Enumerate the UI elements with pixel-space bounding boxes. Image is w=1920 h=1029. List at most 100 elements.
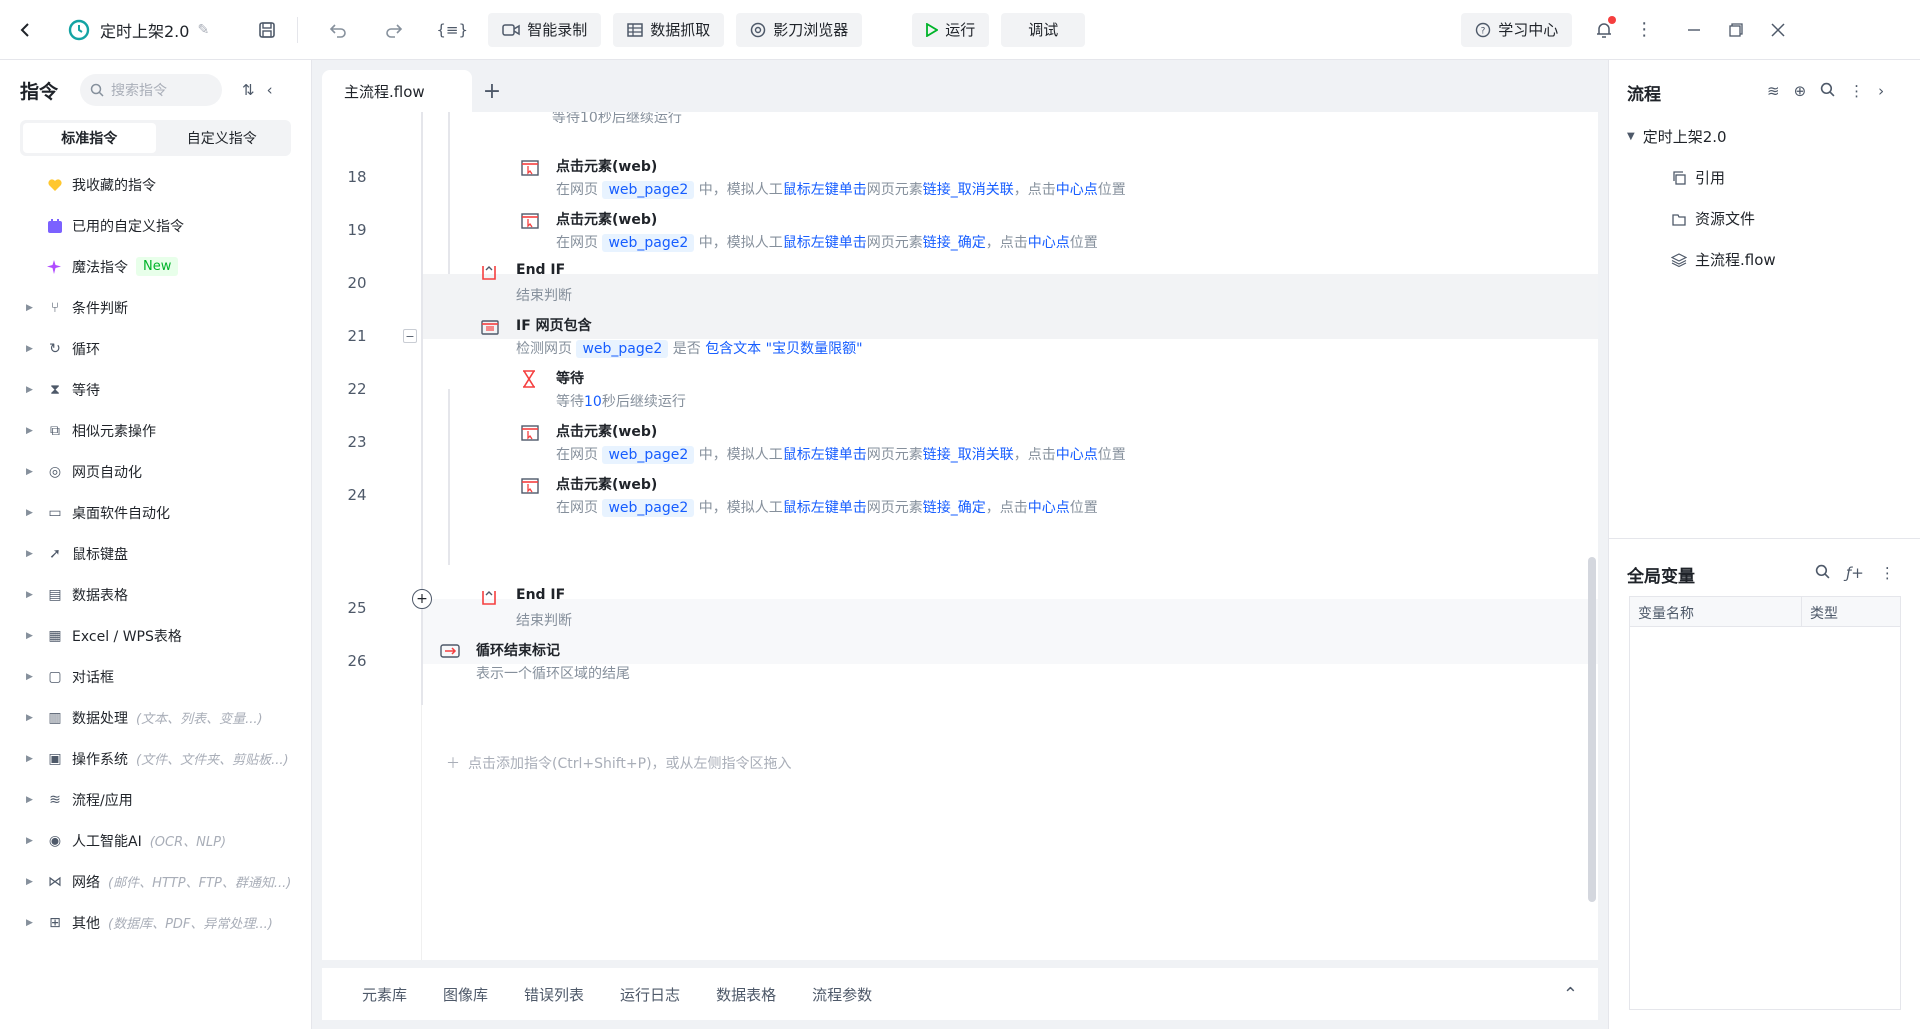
plus-icon: ＋ (446, 756, 460, 772)
instruction-panel: 指令 搜索指令 ⇅ ‹ 标准指令 自定义指令 我收藏的指令 已用的自定义指令 魔… (0, 60, 312, 1029)
category-item[interactable]: ▶ ⊞ 其他 (数据库、PDF、异常处理...) (0, 902, 311, 943)
bell-icon[interactable] (1586, 12, 1622, 48)
search-icon[interactable] (1815, 564, 1830, 582)
back-icon[interactable] (8, 12, 44, 48)
panel-divider (1609, 538, 1920, 539)
category-label: 鼠标键盘 (72, 546, 128, 563)
learning-center-button[interactable]: ? 学习中心 (1461, 12, 1573, 47)
global-vars-title: 全局变量 (1627, 567, 1695, 587)
app-title: 定时上架2.0 (100, 21, 190, 41)
folder-icon (1671, 211, 1687, 227)
tab-standard[interactable]: 标准指令 (23, 123, 156, 153)
category-item[interactable]: ▶ ➚ 鼠标键盘 (0, 533, 311, 574)
category-item[interactable]: ▶ ▢ 对话框 (0, 656, 311, 697)
tree-item-main-flow[interactable]: 主流程.flow (1671, 249, 1776, 270)
cursor-icon: ➚ (49, 545, 61, 562)
category-item[interactable]: ▶ ◎ 网页自动化 (0, 451, 311, 492)
data-capture-button[interactable]: 数据抓取 (613, 12, 725, 47)
instruction-search-input[interactable]: 搜索指令 (80, 74, 223, 106)
step-desc: 在网页 web_page2 中，模拟人工鼠标左键单击网页元素链接_取消关联，点击… (556, 446, 1126, 464)
layers-icon[interactable]: ≋ (1767, 82, 1780, 100)
tab-error-list[interactable]: 错误列表 (524, 984, 584, 1005)
click-element-icon (520, 158, 540, 178)
more-vertical-icon[interactable]: ⋮ (1626, 12, 1662, 48)
tab-custom[interactable]: 自定义指令 (156, 123, 289, 153)
restore-icon[interactable] (1718, 12, 1754, 48)
search-icon[interactable] (1820, 82, 1835, 100)
category-label: 网络 (72, 874, 100, 891)
favorites-item[interactable]: 我收藏的指令 (0, 164, 311, 205)
tree-root[interactable]: ▼ 定时上架2.0 (1627, 126, 1727, 147)
tab-run-log[interactable]: 运行日志 (620, 984, 680, 1005)
smart-record-button[interactable]: 智能录制 (488, 12, 602, 47)
expand-panel-icon[interactable]: ⌃ (1563, 984, 1578, 1005)
editor-scrollbar[interactable] (1588, 557, 1596, 902)
tree-item-resources[interactable]: 资源文件 (1671, 208, 1755, 229)
category-item[interactable]: ▶ ▤ 数据表格 (0, 574, 311, 615)
category-label: 数据表格 (72, 587, 128, 604)
tree-item-reference[interactable]: 引用 (1671, 167, 1725, 188)
run-button[interactable]: 运行 (912, 12, 990, 47)
line-number: 21 (347, 327, 367, 345)
add-variable-icon[interactable]: ƒ+ (1846, 564, 1864, 582)
category-item[interactable]: ▶ ◉ 人工智能AI (OCR、NLP) (0, 820, 311, 861)
variable-braces-icon[interactable]: {≡} (434, 12, 470, 48)
add-tab-icon[interactable]: + (472, 70, 512, 112)
grid-icon: ⊞ (49, 914, 61, 931)
add-instruction-hint[interactable]: ＋ 点击添加指令(Ctrl+Shift+P)，或从左侧指令区拖入 (446, 753, 792, 773)
click-element-icon (520, 211, 540, 231)
category-item[interactable]: ▶ ▦ Excel / WPS表格 (0, 615, 311, 656)
col-var-type: 类型 (1810, 606, 1838, 622)
flow-row-24[interactable]: 24 点击元素(web) 在网页 web_page2 中，模拟人工鼠标左键单击网… (322, 462, 1598, 527)
category-item[interactable]: ▶ ↻ 循环 (0, 328, 311, 369)
table-icon (627, 22, 643, 38)
category-item[interactable]: ▶ ▭ 桌面软件自动化 (0, 492, 311, 533)
heart-icon (46, 176, 64, 194)
collapse-block-icon[interactable]: − (403, 329, 417, 343)
category-item[interactable]: ▶ ⧉ 相似元素操作 (0, 410, 311, 451)
category-item[interactable]: ▶ ▥ 数据处理 (文本、列表、变量...) (0, 697, 311, 738)
undo-icon[interactable] (320, 12, 356, 48)
system-icon: ▣ (48, 750, 62, 767)
flow-row-26[interactable]: 26 循环结束标记 表示一个循环区域的结尾 (322, 628, 1598, 693)
line-number: 24 (347, 486, 367, 504)
tab-main-flow[interactable]: 主流程.flow (322, 70, 472, 112)
caret-right-icon: ▶ (26, 753, 33, 764)
tab-data-table[interactable]: 数据表格 (716, 984, 776, 1005)
collapse-panel-icon[interactable]: ‹ (267, 81, 273, 99)
step-title: End IF (516, 587, 566, 603)
minimize-icon[interactable] (1676, 12, 1712, 48)
category-label: 桌面软件自动化 (72, 505, 170, 522)
edit-title-icon[interactable]: ✎ (197, 22, 209, 38)
magic-label: 魔法指令 (72, 259, 128, 276)
smart-record-label: 智能录制 (527, 21, 588, 39)
sort-icon[interactable]: ⇅ (242, 81, 255, 99)
tab-image-library[interactable]: 图像库 (443, 984, 488, 1005)
more-vertical-icon[interactable]: ⋮ (1880, 564, 1895, 582)
category-item[interactable]: ▶ ⧗ 等待 (0, 369, 311, 410)
global-vars-table: 变量名称 类型 (1629, 596, 1901, 1010)
category-item[interactable]: ▶ ⑂ 条件判断 (0, 287, 311, 328)
close-icon[interactable] (1760, 12, 1796, 48)
debug-button[interactable]: 调试 (1001, 12, 1086, 47)
line-number: 22 (347, 380, 367, 398)
browser-button[interactable]: 影刀浏览器 (736, 12, 863, 47)
add-subflow-icon[interactable]: ⊕ (1794, 82, 1807, 100)
magic-instruction-item[interactable]: 魔法指令 New (0, 246, 311, 287)
category-item[interactable]: ▶ ▣ 操作系统 (文件、文件夹、剪贴板...) (0, 738, 311, 779)
step-title: 等待 (556, 371, 584, 387)
tab-element-library[interactable]: 元素库 (362, 984, 407, 1005)
save-icon[interactable] (249, 12, 285, 48)
used-custom-item[interactable]: 已用的自定义指令 (0, 205, 311, 246)
desktop-icon: ▭ (48, 504, 62, 521)
caret-right-icon: ▶ (26, 835, 33, 846)
category-label: 循环 (72, 341, 100, 358)
chevron-right-icon[interactable]: › (1878, 82, 1884, 100)
redo-icon[interactable] (376, 12, 412, 48)
category-item[interactable]: ▶ ⋈ 网络 (邮件、HTTP、FTP、群通知...) (0, 861, 311, 902)
category-item[interactable]: ▶ ≋ 流程/应用 (0, 779, 311, 820)
tab-flow-params[interactable]: 流程参数 (812, 984, 872, 1005)
more-vertical-icon[interactable]: ⋮ (1849, 82, 1864, 100)
category-label: 其他 (72, 915, 100, 932)
end-if-icon (480, 264, 500, 284)
